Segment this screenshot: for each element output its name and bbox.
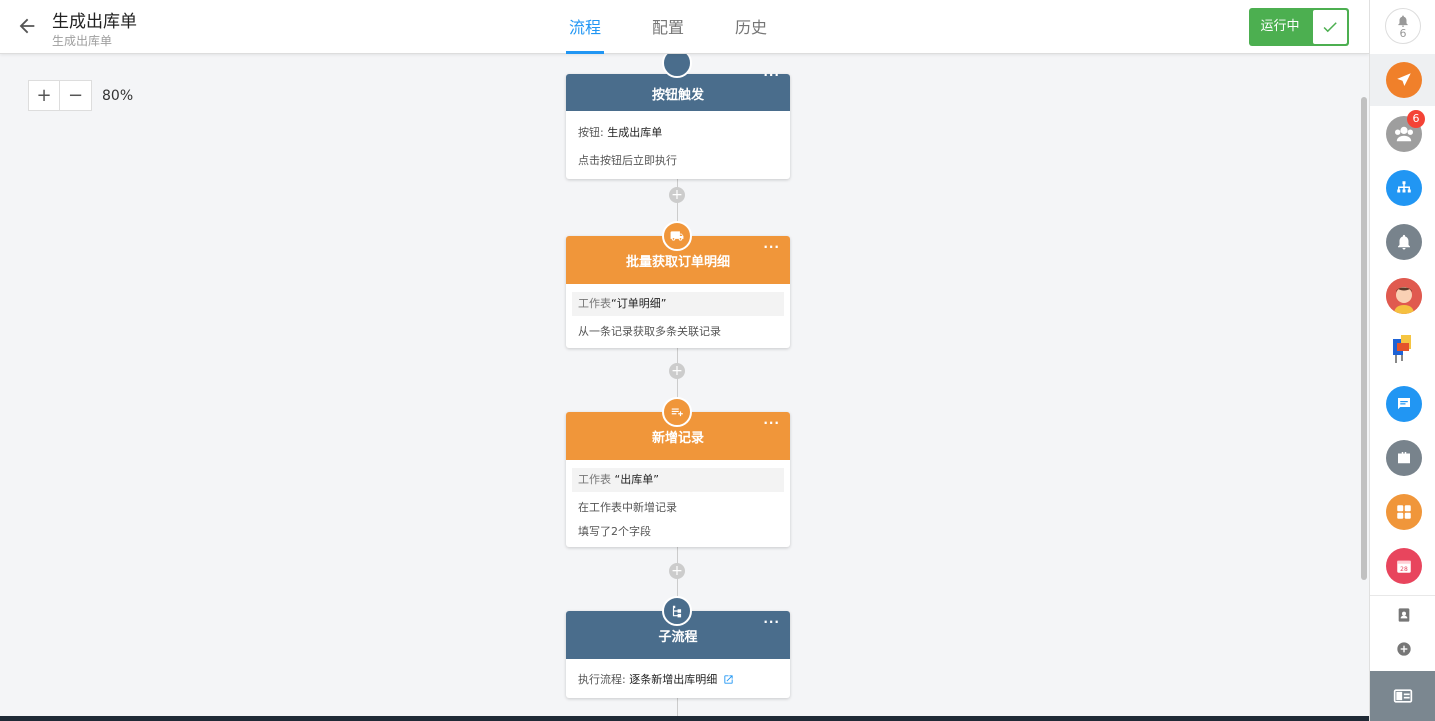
node-body: 按钮: 生成出库单 点击按钮后立即执行 [566, 111, 790, 179]
field-value: 生成出库单 [607, 126, 663, 139]
top-header: 生成出库单 生成出库单 流程 配置 历史 运行中 [0, 0, 1369, 54]
more-options-icon[interactable]: ··· [763, 69, 780, 81]
add-node-button[interactable]: + [669, 363, 685, 379]
flow-node-batch-fetch[interactable]: 批量获取订单明细 ··· 工作表“订单明细” 从一条记录获取多条关联记录 [566, 236, 790, 348]
field-label: 按钮: [578, 126, 604, 139]
zoom-controls: + − 80% [28, 80, 133, 111]
tab-bar: 流程 配置 历史 [566, 0, 815, 54]
node-body: 工作表“订单明细” 从一条记录获取多条关联记录 [566, 284, 790, 350]
field-value[interactable]: 逐条新增出库明细 [629, 673, 717, 686]
running-status-toggle[interactable]: 运行中 [1249, 8, 1349, 46]
more-options-icon[interactable]: ··· [763, 412, 780, 434]
node-description: 点击按钮后立即执行 [578, 154, 677, 167]
more-options-icon[interactable]: ··· [763, 611, 780, 633]
calendar-icon[interactable]: 28 [1386, 548, 1422, 584]
collapse-icon [1393, 689, 1413, 703]
node-description: 在工作表中新增记录 [578, 501, 677, 514]
check-icon[interactable] [1313, 10, 1347, 44]
flow-node-button-trigger[interactable]: 按钮触发 ··· 按钮: 生成出库单 点击按钮后立即执行 [566, 69, 790, 179]
org-chart-icon[interactable] [1386, 170, 1422, 206]
node-field: 工作表 “出库单” [572, 468, 784, 492]
node-header: 按钮触发 ··· [566, 69, 790, 111]
node-description-secondary: 填写了2个字段 [578, 525, 651, 538]
app-icon[interactable] [1386, 332, 1422, 368]
truck-icon [662, 221, 692, 251]
zoom-level: 80% [102, 87, 134, 104]
external-link-icon[interactable] [723, 674, 734, 685]
bottom-strip [0, 716, 1369, 721]
bell-icon [1398, 14, 1408, 27]
status-label: 运行中 [1260, 19, 1300, 34]
tab-history[interactable]: 历史 [732, 0, 770, 54]
page-subtitle: 生成出库单 [52, 34, 113, 48]
node-body: 执行流程: 逐条新增出库明细 [566, 659, 790, 698]
right-sidebar: 6 28 [1369, 0, 1435, 721]
node-description: 从一条记录获取多条关联记录 [578, 325, 721, 338]
chat-icon[interactable] [1386, 386, 1422, 422]
node-title: 按钮触发 [651, 88, 704, 103]
add-node-button[interactable]: + [669, 563, 685, 579]
collapse-sidebar-button[interactable] [1370, 671, 1435, 721]
node-field: 工作表“订单明细” [572, 292, 784, 316]
field-value: “出库单” [614, 473, 659, 486]
tab-flow[interactable]: 流程 [566, 0, 605, 54]
node-body: 工作表 “出库单” 在工作表中新增记录 填写了2个字段 [566, 460, 790, 550]
zoom-in-button[interactable]: + [28, 80, 60, 111]
reminder-icon[interactable] [1386, 224, 1422, 260]
more-options-icon[interactable]: ··· [763, 236, 780, 258]
address-book-icon[interactable] [1394, 605, 1414, 625]
tab-config[interactable]: 配置 [649, 0, 687, 54]
notification-button[interactable]: 6 [1385, 8, 1421, 44]
briefcase-icon[interactable] [1386, 440, 1422, 476]
add-chat-icon[interactable] [1394, 639, 1414, 659]
calendar-day: 28 [1400, 566, 1408, 573]
avatar[interactable] [1386, 278, 1422, 314]
add-list-icon [662, 397, 692, 427]
notification-count: 6 [1399, 26, 1407, 40]
divider [1370, 595, 1435, 596]
field-label: 执行流程: [578, 673, 626, 686]
contacts-badge: 6 [1407, 110, 1425, 128]
node-field: 按钮: 生成出库单 [572, 121, 784, 145]
apps-grid-icon[interactable] [1386, 494, 1422, 530]
flow-node-add-record[interactable]: 新增记录 ··· 工作表 “出库单” 在工作表中新增记录 填写了2个字段 [566, 412, 790, 547]
subprocess-icon [662, 596, 692, 626]
node-title: 子流程 [658, 630, 698, 645]
back-arrow-icon[interactable] [16, 15, 38, 37]
vertical-scrollbar[interactable] [1361, 97, 1367, 580]
zoom-out-button[interactable]: − [60, 80, 92, 111]
field-label: 工作表 [578, 473, 611, 486]
send-icon[interactable] [1386, 62, 1422, 98]
field-label: 工作表 [578, 297, 611, 310]
node-title: 新增记录 [651, 431, 704, 446]
node-title: 批量获取订单明细 [625, 255, 730, 270]
node-field: 执行流程: 逐条新增出库明细 [572, 668, 784, 692]
field-value: “订单明细” [611, 297, 667, 310]
add-node-button[interactable]: + [669, 187, 685, 203]
page-title: 生成出库单 [52, 12, 137, 32]
